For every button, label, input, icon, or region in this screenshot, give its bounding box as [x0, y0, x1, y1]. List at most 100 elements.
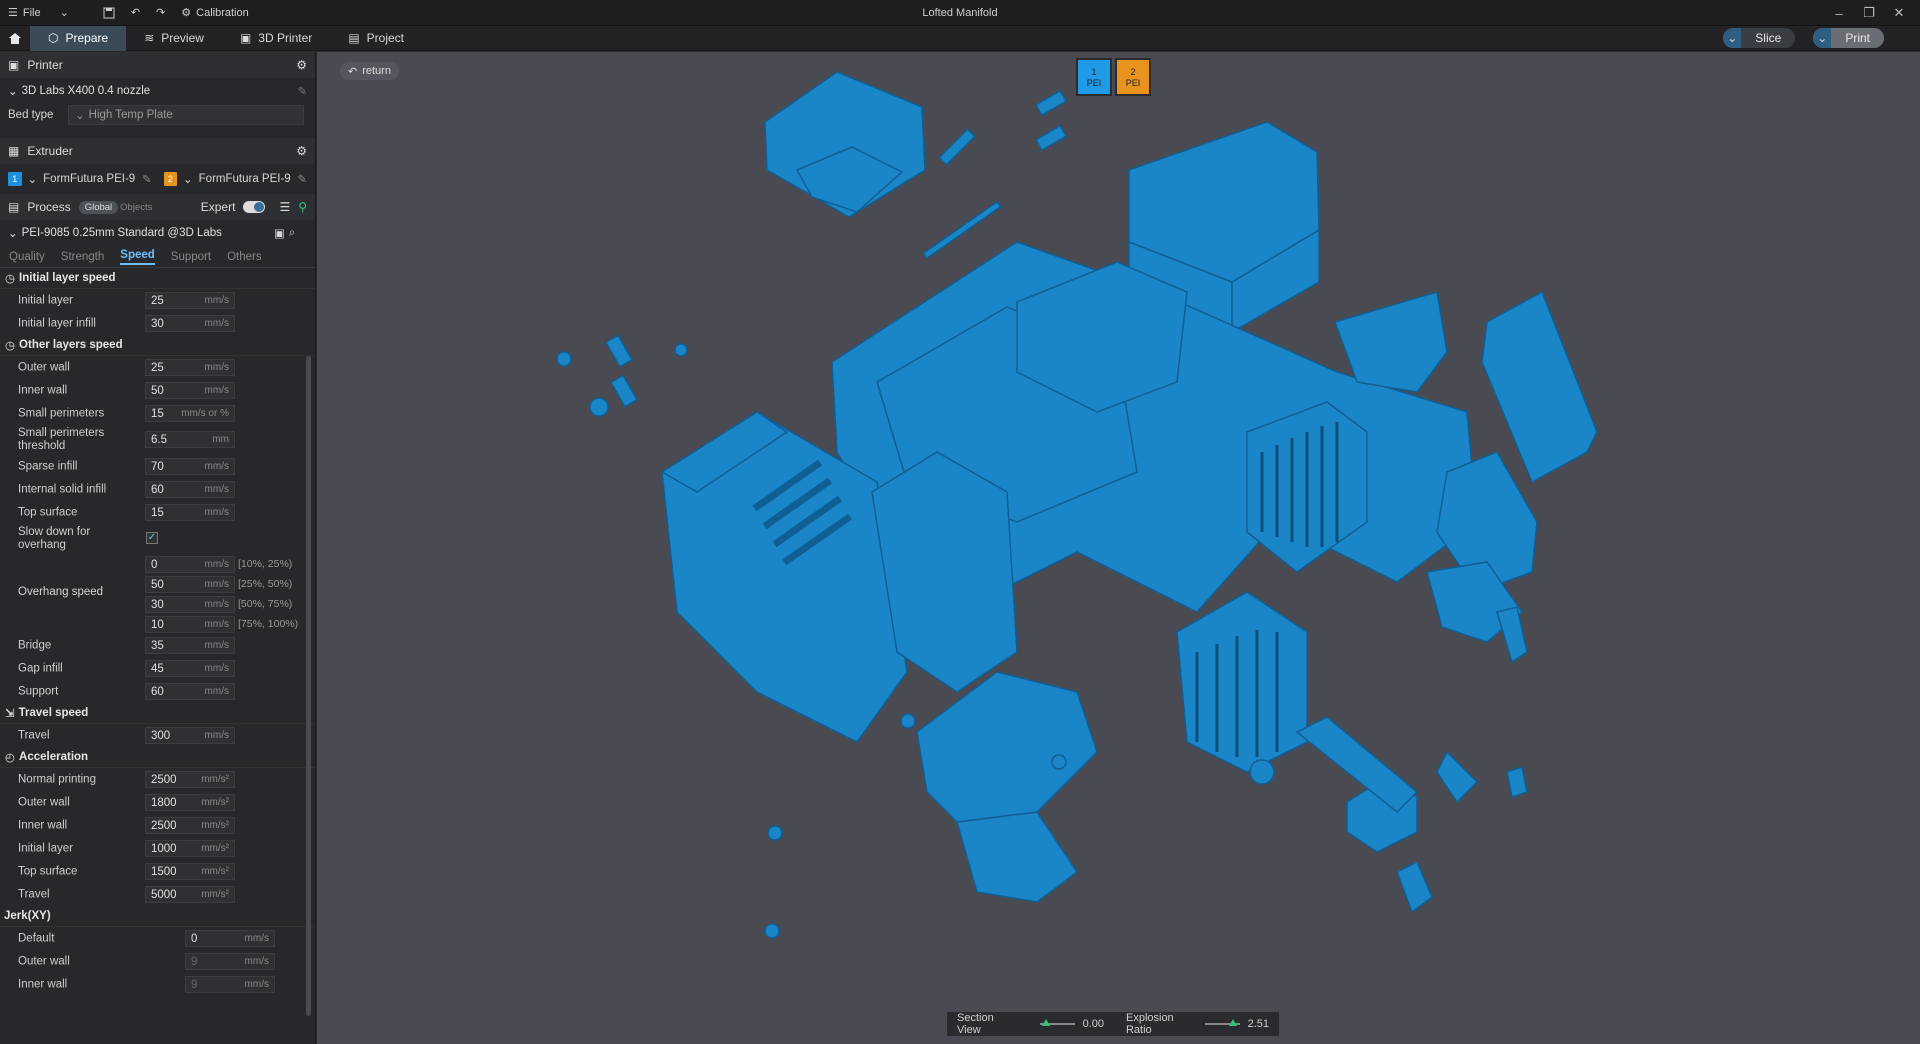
- param-value: 30: [151, 598, 164, 611]
- extruder-header: ▦ Extruder ⚙: [0, 138, 315, 164]
- param-input[interactable]: 9 mm/s: [185, 953, 275, 970]
- param-row: Outer wall 25 mm/s: [0, 356, 315, 379]
- param-input[interactable]: 1500 mm/s²: [145, 863, 235, 880]
- minimize-icon[interactable]: –: [1824, 6, 1854, 21]
- param-label: Outer wall: [18, 796, 70, 808]
- slow-down-overhang-checkbox[interactable]: ✓: [146, 532, 158, 544]
- param-input[interactable]: 2500 mm/s²: [145, 771, 235, 788]
- edit-icon[interactable]: ✎: [142, 172, 152, 186]
- objects-toggle[interactable]: Objects: [120, 202, 152, 213]
- param-input[interactable]: 5000 mm/s²: [145, 886, 235, 903]
- edit-icon[interactable]: ✎: [297, 84, 307, 98]
- tab-3d-printer[interactable]: ▣ 3D Printer: [222, 26, 330, 51]
- param-input[interactable]: 50 mm/s: [145, 576, 235, 593]
- param-row: Internal solid infill 60 mm/s: [0, 478, 315, 501]
- restore-icon[interactable]: ❐: [1854, 5, 1884, 21]
- expert-toggle[interactable]: [243, 201, 266, 213]
- bed-type-select[interactable]: ⌄ High Temp Plate: [68, 105, 304, 125]
- param-unit: mm/s: [204, 461, 229, 472]
- chevron-down-icon[interactable]: ⌄: [60, 6, 69, 19]
- filament-1-badge[interactable]: 1: [8, 172, 22, 186]
- process-preset-value: PEI-9085 0.25mm Standard @3D Labs: [21, 227, 222, 239]
- group-jerk: Jerk(XY): [0, 906, 315, 927]
- 3d-viewport[interactable]: ↶ return 1 PEI 2 PEI Section View 0.00 E…: [317, 52, 1920, 1044]
- slice-label: Slice: [1755, 31, 1782, 45]
- filament-1-select[interactable]: FormFutura PEI-9...: [43, 173, 136, 185]
- param-input[interactable]: 1000 mm/s²: [145, 840, 235, 857]
- param-row: Inner wall 50 mm/s: [0, 379, 315, 402]
- param-input[interactable]: 2500 mm/s²: [145, 817, 235, 834]
- home-button[interactable]: [0, 26, 30, 51]
- overhang-row: 50 mm/s [25%, 50%): [0, 574, 315, 594]
- param-value: 45: [151, 662, 164, 675]
- overhang-range: [50%, 75%): [238, 598, 293, 610]
- subtab-quality[interactable]: Quality: [9, 251, 45, 263]
- param-input[interactable]: 15 mm/s or %: [145, 405, 235, 422]
- filament-2-badge[interactable]: 2: [163, 172, 178, 186]
- subtab-support[interactable]: Support: [171, 251, 211, 263]
- file-menu[interactable]: ☰ File ⌄: [0, 0, 77, 26]
- param-input[interactable]: 25 mm/s: [145, 292, 235, 309]
- tab-preview[interactable]: ≋ Preview: [126, 26, 222, 51]
- param-input[interactable]: 0 mm/s: [185, 930, 275, 947]
- process-icon: ▤: [8, 200, 20, 214]
- param-input[interactable]: 10 mm/s: [145, 616, 235, 633]
- calibration-menu[interactable]: ⚙ Calibration: [173, 0, 256, 26]
- param-input[interactable]: 30 mm/s: [145, 596, 235, 613]
- param-input[interactable]: 35 mm/s: [145, 637, 235, 654]
- param-value: 60: [151, 483, 164, 496]
- explosion-ratio-slider[interactable]: [1204, 1019, 1240, 1026]
- search-icon[interactable]: ⌕: [289, 227, 295, 240]
- param-input[interactable]: 70 mm/s: [145, 458, 235, 475]
- chevron-down-icon[interactable]: ⌄: [183, 172, 193, 186]
- param-input[interactable]: 1800 mm/s²: [145, 794, 235, 811]
- param-input[interactable]: 60 mm/s: [145, 481, 235, 498]
- section-view-slider[interactable]: [1039, 1019, 1075, 1026]
- param-input[interactable]: 30 mm/s: [145, 315, 235, 332]
- param-label: Initial layer: [18, 842, 73, 854]
- param-input[interactable]: 50 mm/s: [145, 382, 235, 399]
- group-title: Jerk(XY): [4, 910, 51, 922]
- sidebar-scrollbar[interactable]: [306, 356, 311, 1016]
- slice-button[interactable]: ⌄ Slice: [1723, 28, 1796, 48]
- close-icon[interactable]: ✕: [1884, 5, 1914, 21]
- param-input[interactable]: 6.5 mm: [145, 431, 235, 448]
- chevron-down-icon[interactable]: ⌄: [1813, 28, 1832, 48]
- param-input[interactable]: 300 mm/s: [145, 727, 235, 744]
- param-input[interactable]: 9 mm/s: [185, 976, 275, 993]
- chevron-down-icon[interactable]: ⌄: [28, 172, 38, 186]
- param-label: Sparse infill: [18, 460, 78, 472]
- subtab-others[interactable]: Others: [227, 251, 262, 263]
- redo-button[interactable]: ↷: [148, 0, 173, 26]
- redo-icon: ↷: [156, 7, 166, 19]
- window-title: Lofted Manifold: [922, 6, 998, 19]
- calibration-label: Calibration: [196, 6, 249, 19]
- subtab-speed[interactable]: Speed: [120, 249, 155, 265]
- undo-button[interactable]: ↶: [123, 0, 148, 26]
- tab-prepare[interactable]: ⬡ Prepare: [30, 25, 127, 51]
- title-bar: ☰ File ⌄ ↶ ↷ ⚙ Calibration Lofted Manifo…: [0, 0, 1920, 26]
- gear-icon[interactable]: ⚙: [296, 58, 307, 72]
- print-button[interactable]: ⌄ Print: [1813, 28, 1884, 48]
- printer-preset-select[interactable]: ⌄ 3D Labs X400 0.4 nozzle: [8, 81, 291, 101]
- gear-icon[interactable]: ⚙: [296, 144, 307, 158]
- param-input[interactable]: 25 mm/s: [145, 359, 235, 376]
- filament-2-select[interactable]: FormFutura PEI-9...: [199, 173, 292, 185]
- tab-project[interactable]: ▤ Project: [330, 26, 422, 51]
- exploded-model[interactable]: [317, 52, 1920, 1012]
- chevron-down-icon[interactable]: ⌄: [1723, 28, 1742, 48]
- param-input[interactable]: 60 mm/s: [145, 683, 235, 700]
- compare-icon[interactable]: ⚲: [298, 200, 307, 214]
- subtab-strength[interactable]: Strength: [61, 251, 104, 263]
- param-label: Small perimeters threshold: [18, 427, 105, 452]
- list-icon[interactable]: ☰: [279, 200, 290, 214]
- edit-icon[interactable]: ✎: [297, 172, 307, 186]
- save-icon[interactable]: ▣: [274, 226, 285, 240]
- save-button[interactable]: [95, 0, 123, 26]
- param-input[interactable]: 45 mm/s: [145, 660, 235, 677]
- param-value: 2500: [151, 819, 177, 832]
- process-preset-select[interactable]: ⌄ PEI-9085 0.25mm Standard @3D Labs: [8, 223, 266, 243]
- param-input[interactable]: 0 mm/s: [145, 556, 235, 573]
- param-input[interactable]: 15 mm/s: [145, 504, 235, 521]
- global-toggle[interactable]: Global: [78, 200, 119, 214]
